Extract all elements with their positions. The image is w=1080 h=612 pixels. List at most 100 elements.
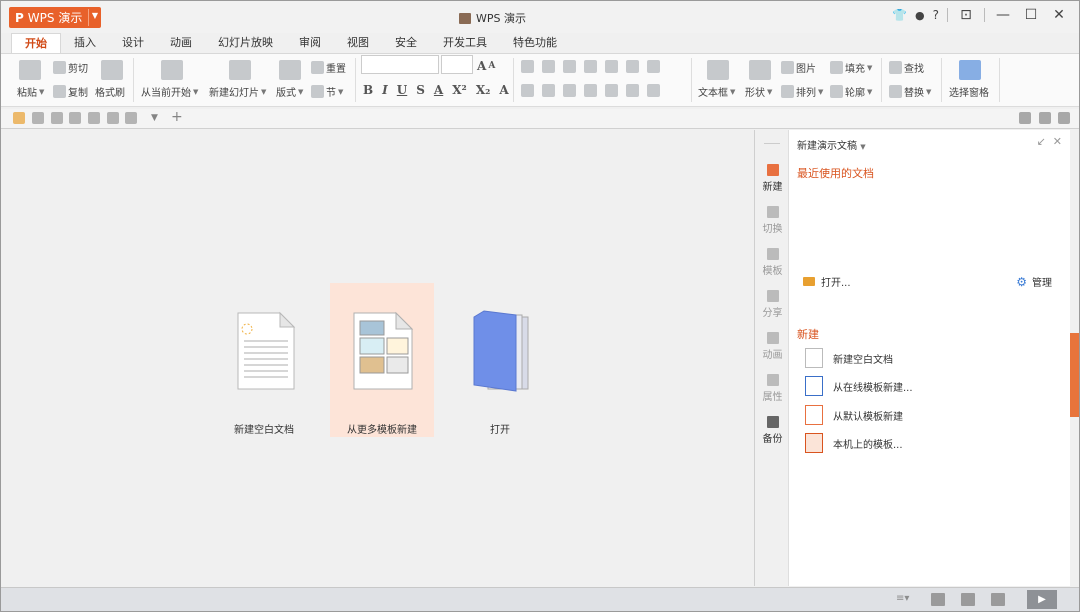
sidenav-item-properties[interactable]: 属性: [756, 374, 789, 403]
textbox-icon[interactable]: [707, 60, 729, 80]
paste-icon[interactable]: [19, 60, 41, 80]
selection-pane-icon[interactable]: [959, 60, 981, 80]
format-painter-button[interactable]: 格式刷: [95, 84, 125, 99]
justify-icon[interactable]: [584, 84, 597, 97]
tab-insert[interactable]: 插入: [61, 33, 109, 54]
layout-button[interactable]: 版式 ▼: [276, 84, 303, 100]
tab-animation[interactable]: 动画: [157, 33, 205, 54]
tab-review[interactable]: 审阅: [286, 33, 334, 54]
tab-security[interactable]: 安全: [382, 33, 430, 54]
wps-app-menu-button[interactable]: P WPS 演示 ▼: [9, 7, 101, 28]
sidenav-item-backup[interactable]: 备份: [756, 416, 789, 445]
numbering-icon[interactable]: [542, 60, 555, 73]
grow-font-button[interactable]: AA: [477, 59, 495, 73]
customize-qat-icon[interactable]: ▼: [151, 113, 163, 125]
redo-icon[interactable]: [125, 112, 137, 124]
brush-icon[interactable]: [101, 60, 123, 80]
feedback-icon[interactable]: ●: [915, 9, 925, 22]
tab-view[interactable]: 视图: [334, 33, 382, 54]
outdent-icon[interactable]: [563, 60, 576, 73]
shape-icon[interactable]: [749, 60, 771, 80]
distribute-icon[interactable]: [605, 84, 618, 97]
align-right-icon[interactable]: [563, 84, 576, 97]
play-icon[interactable]: ▶: [1027, 590, 1057, 609]
sidenav-item-share[interactable]: 分享: [756, 290, 789, 319]
font-color-button[interactable]: A: [434, 83, 443, 97]
open-link[interactable]: 打开...: [803, 274, 851, 289]
new-blank-link[interactable]: 新建空白文档: [805, 348, 893, 368]
new-slide-icon[interactable]: [229, 60, 251, 80]
new-blank-document-tile[interactable]: 新建空白文档: [212, 283, 316, 437]
selection-pane-button[interactable]: 选择窗格: [949, 84, 989, 99]
slide-sorter-icon[interactable]: [961, 593, 975, 606]
tab-design[interactable]: 设计: [109, 33, 157, 54]
indent-icon[interactable]: [584, 60, 597, 73]
text-direction-icon[interactable]: [605, 60, 618, 73]
open-tile[interactable]: 打开: [448, 283, 552, 437]
chevron-down-icon[interactable]: ▼: [92, 11, 98, 20]
smartart-icon[interactable]: [647, 60, 660, 73]
tab-developer[interactable]: 开发工具: [430, 33, 500, 54]
new-online-template-link[interactable]: 从在线模板新建...: [805, 376, 913, 396]
ribbon-toggle-icon[interactable]: ⊡: [956, 7, 976, 23]
help-button[interactable]: ?: [933, 8, 939, 22]
layout-icon[interactable]: [279, 60, 301, 80]
outline-button[interactable]: 轮廓 ▼: [830, 84, 872, 99]
skin-icon[interactable]: 👕: [892, 8, 907, 22]
slideshow-icon[interactable]: [161, 60, 183, 80]
shadow-button[interactable]: S: [416, 83, 425, 97]
line-spacing-icon[interactable]: [626, 84, 639, 97]
close-icon[interactable]: ✕: [1053, 135, 1062, 148]
align-text-icon[interactable]: [626, 60, 639, 73]
save-icon[interactable]: [32, 112, 44, 124]
section-button[interactable]: 节 ▼: [311, 84, 343, 99]
reset-button[interactable]: 重置: [311, 60, 346, 75]
replace-button[interactable]: 替换 ▼: [889, 84, 931, 99]
font-size-select[interactable]: [441, 55, 473, 74]
local-template-link[interactable]: 本机上的模板...: [805, 433, 903, 453]
fill-button[interactable]: 填充 ▼: [830, 60, 872, 75]
arrange-button[interactable]: 排列 ▼: [781, 84, 823, 99]
align-left-icon[interactable]: [521, 84, 534, 97]
close-icon[interactable]: ✕: [1049, 7, 1069, 23]
maximize-icon[interactable]: ☐: [1021, 7, 1041, 23]
task-pane-title[interactable]: 新建演示文稿 ▼: [797, 137, 866, 152]
new-from-template-tile[interactable]: 从更多模板新建: [330, 283, 434, 437]
new-slide-button[interactable]: 新建幻灯片 ▼: [209, 84, 266, 100]
superscript-button[interactable]: X²: [452, 83, 467, 97]
print-icon[interactable]: [69, 112, 81, 124]
sidenav-item-transition[interactable]: 切换: [756, 206, 789, 235]
minimize-icon[interactable]: —: [993, 7, 1013, 23]
find-button[interactable]: 查找: [889, 60, 924, 75]
reading-view-icon[interactable]: [991, 593, 1005, 606]
sidenav-item-template[interactable]: 模板: [756, 248, 789, 277]
export-pdf-icon[interactable]: [51, 112, 63, 124]
tab-slideshow[interactable]: 幻灯片放映: [205, 33, 286, 54]
picture-button[interactable]: 图片: [781, 60, 816, 75]
sidenav-item-animation[interactable]: 动画: [756, 332, 789, 361]
from-current-button[interactable]: 从当前开始 ▼: [141, 84, 198, 100]
undo-icon[interactable]: [107, 112, 119, 124]
add-icon[interactable]: +: [171, 109, 183, 125]
docer-icon[interactable]: [1019, 112, 1031, 124]
font-name-select[interactable]: [361, 55, 439, 74]
cut-button[interactable]: 剪切: [53, 60, 88, 75]
copy-button[interactable]: 复制: [53, 84, 88, 99]
paragraph-spacing-icon[interactable]: [647, 84, 660, 97]
subscript-button[interactable]: X₂: [476, 83, 491, 97]
tab-features[interactable]: 特色功能: [500, 33, 570, 54]
italic-button[interactable]: I: [382, 83, 388, 97]
clear-format-button[interactable]: A: [499, 83, 508, 97]
view-icon[interactable]: [1039, 112, 1051, 124]
align-center-icon[interactable]: [542, 84, 555, 97]
sidenav-item-new[interactable]: 新建: [756, 164, 789, 193]
textbox-button[interactable]: 文本框 ▼: [698, 84, 735, 100]
shape-button[interactable]: 形状 ▼: [745, 84, 772, 100]
task-pane-collapse-tab[interactable]: [1070, 333, 1079, 417]
manage-link[interactable]: ⚙ 管理: [1016, 274, 1052, 290]
normal-view-icon[interactable]: [931, 593, 945, 606]
tab-home[interactable]: 开始: [11, 33, 61, 54]
print-preview-icon[interactable]: [88, 112, 100, 124]
bullets-icon[interactable]: [521, 60, 534, 73]
open-folder-icon[interactable]: [13, 112, 25, 124]
